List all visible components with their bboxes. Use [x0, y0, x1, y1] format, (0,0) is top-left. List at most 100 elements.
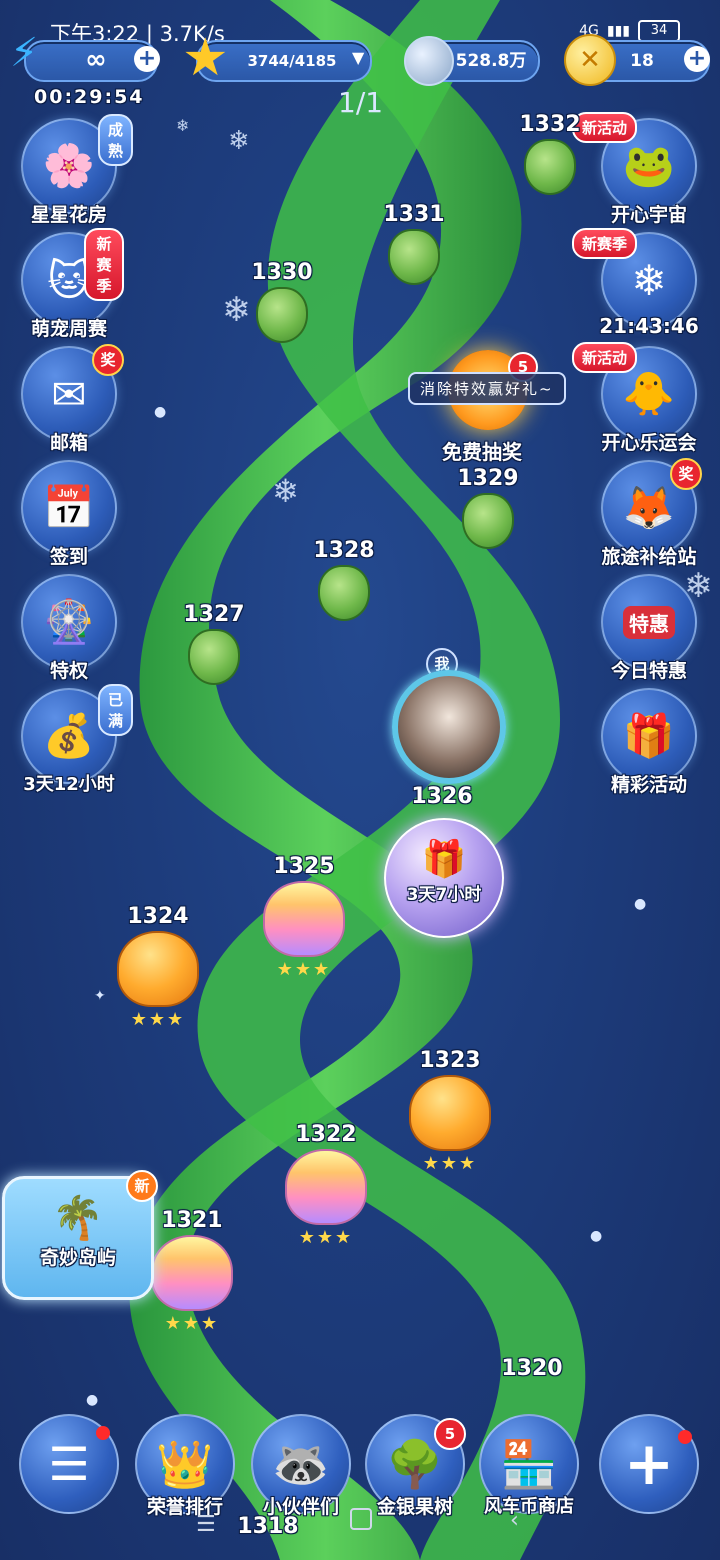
right-menu-supply[interactable]: 🦊 旅途补给站 奖 — [594, 458, 704, 569]
left-menu-badge: 成熟 — [98, 114, 134, 166]
rainbow-fruit-icon — [151, 1235, 233, 1311]
dropdown-icon[interactable]: ▼ — [352, 48, 364, 67]
bottom-label: 小伙伴们 — [262, 1496, 339, 1518]
left-menu-badge: 新赛季 — [84, 228, 124, 301]
level-node-1331[interactable]: 1331 — [374, 202, 454, 285]
star-icon: ★ — [182, 28, 229, 88]
bud-icon — [462, 493, 514, 549]
rainbow-fruit-icon — [263, 881, 345, 957]
level-node-1324[interactable]: 1324 ★★★ — [116, 904, 200, 1030]
bottom-fruit-tree[interactable]: 🌳 金银果树 5 — [360, 1414, 470, 1519]
left-menu-label: 萌宠周赛 — [30, 318, 107, 340]
level-number: 1323 — [419, 1048, 481, 1073]
level-number: 1331 — [383, 202, 445, 227]
level-node-1321[interactable]: 1321 ★★★ — [150, 1208, 234, 1334]
battery-icon: 34 — [638, 20, 680, 42]
left-menu-badge: 已满 — [98, 684, 134, 736]
deal-badge: 特惠 — [623, 605, 675, 639]
coin-icon — [404, 36, 454, 86]
bottom-honor-ranking[interactable]: 👑 荣誉排行 — [130, 1414, 240, 1519]
right-menu-events[interactable]: 🎁 精彩活动 — [594, 688, 704, 797]
sparkle-icon: ● — [590, 1228, 603, 1244]
left-menu-mailbox[interactable]: ✉ 邮箱 奖 — [14, 344, 124, 455]
bud-icon — [188, 629, 240, 685]
left-menu-label: 3天12小时 — [23, 774, 115, 795]
level-number: 1320 — [501, 1356, 563, 1381]
right-menu-season[interactable]: ❄ 21:43:46 新赛季 — [572, 228, 704, 338]
level-stars: ★★★ — [422, 1153, 478, 1174]
add-gold-button[interactable]: + — [684, 46, 710, 72]
sparkle-icon: ✦ — [94, 988, 106, 1004]
gift-timer: 3天7小时 — [406, 885, 482, 905]
sparkle-icon: ● — [154, 404, 167, 420]
level-number: 1330 — [251, 260, 313, 285]
level-number: 1329 — [457, 466, 519, 491]
left-menu-label: 星星花房 — [30, 204, 107, 226]
level-node-1330[interactable]: 1330 — [242, 260, 322, 343]
level-stars: ★★★ — [276, 959, 332, 980]
level-number: 1322 — [295, 1122, 357, 1147]
left-menu-pet-contest[interactable]: 🐱 萌宠周赛 新赛季 — [14, 228, 124, 341]
left-menu-badge: 奖 — [92, 344, 124, 376]
left-menu-treasure[interactable]: 💰 3天12小时 已满 — [14, 684, 134, 796]
level-stars: ★★★ — [164, 1313, 220, 1334]
level-node-1326[interactable]: 1326 — [402, 784, 482, 809]
level-node-1328[interactable]: 1328 — [304, 538, 384, 621]
level-node-1327[interactable]: 1327 — [174, 602, 254, 685]
level-node-1320[interactable]: 1320 — [490, 1356, 574, 1381]
bud-icon — [256, 287, 308, 343]
level-node-1322[interactable]: 1322 ★★★ — [284, 1122, 368, 1248]
right-menu-sports[interactable]: 🐥 开心乐运会 新活动 — [572, 342, 704, 455]
left-menu-label: 签到 — [49, 546, 88, 568]
bottom-plus-button[interactable]: + — [594, 1414, 704, 1514]
snowflake-icon: ❄ — [176, 116, 190, 135]
snowflake-icon: ❄ — [684, 566, 713, 606]
coins-value: 528.8万 — [455, 51, 527, 71]
island-badge: 新 — [126, 1170, 158, 1202]
level-node-1332[interactable]: 1332 — [510, 112, 590, 195]
level-node-1329[interactable]: 1329 — [448, 466, 528, 549]
orange-fruit-icon — [117, 931, 199, 1007]
notification-dot — [678, 1430, 692, 1444]
player-avatar[interactable] — [392, 670, 506, 784]
right-menu-label: 开心宇宙 — [610, 204, 687, 226]
nav-home-icon[interactable] — [350, 1508, 372, 1530]
bottom-friends[interactable]: 🦝 小伙伴们 — [246, 1414, 356, 1519]
nav-back-icon[interactable]: ‹ — [510, 1508, 519, 1533]
nav-menu-icon[interactable]: ☰ — [196, 1512, 216, 1537]
snowflake-icon: ❄ — [228, 126, 250, 156]
left-menu-flower-house[interactable]: 🌸 星星花房 成熟 — [14, 114, 134, 227]
page-indicator: 1/1 — [338, 86, 384, 119]
level-number: 1332 — [519, 112, 581, 137]
bottom-label: 风车币商店 — [484, 1496, 574, 1517]
right-menu-badge: 新赛季 — [572, 228, 638, 259]
right-menu-happy-universe[interactable]: 🐸 开心宇宙 新活动 — [572, 112, 704, 227]
lottery-label[interactable]: 免费抽奖 — [442, 436, 522, 465]
right-menu-badge: 奖 — [670, 458, 702, 490]
lightning-icon: ⚡ — [10, 30, 39, 76]
level-number: 1326 — [411, 784, 473, 809]
add-lives-button[interactable]: + — [134, 46, 160, 72]
bud-icon — [388, 229, 440, 285]
sparkle-icon: ● — [634, 896, 647, 912]
level-stars: ★★★ — [130, 1009, 186, 1030]
snowflake-icon: ❄ — [222, 290, 251, 330]
level-number: 1321 — [161, 1208, 223, 1233]
bottom-windmill-store[interactable]: 🏪 风车币商店 — [474, 1414, 584, 1518]
gift-bubble[interactable]: 🎁 3天7小时 — [384, 818, 504, 938]
bottom-label: 金银果树 — [376, 1496, 453, 1518]
bud-icon — [318, 565, 370, 621]
level-number: 1324 — [127, 904, 189, 929]
level-number: 1325 — [273, 854, 335, 879]
stars-value: 3744/4185 — [247, 52, 337, 70]
left-menu-checkin[interactable]: 📅 签到 — [14, 460, 124, 569]
level-node-1325[interactable]: 1325 ★★★ — [262, 854, 346, 980]
island-label: 奇妙岛屿 — [39, 1247, 116, 1269]
right-menu-label: 今日特惠 — [610, 660, 687, 682]
level-node-1323[interactable]: 1323 ★★★ — [408, 1048, 492, 1174]
left-menu-privilege[interactable]: 🎡 特权 — [14, 574, 124, 683]
signal-icon: ▮▮▮ — [606, 23, 630, 39]
gold-coin-icon: ✕ — [564, 34, 616, 86]
lives-timer: 00:29:54 — [34, 86, 145, 108]
right-menu-label: 开心乐运会 — [601, 432, 697, 454]
